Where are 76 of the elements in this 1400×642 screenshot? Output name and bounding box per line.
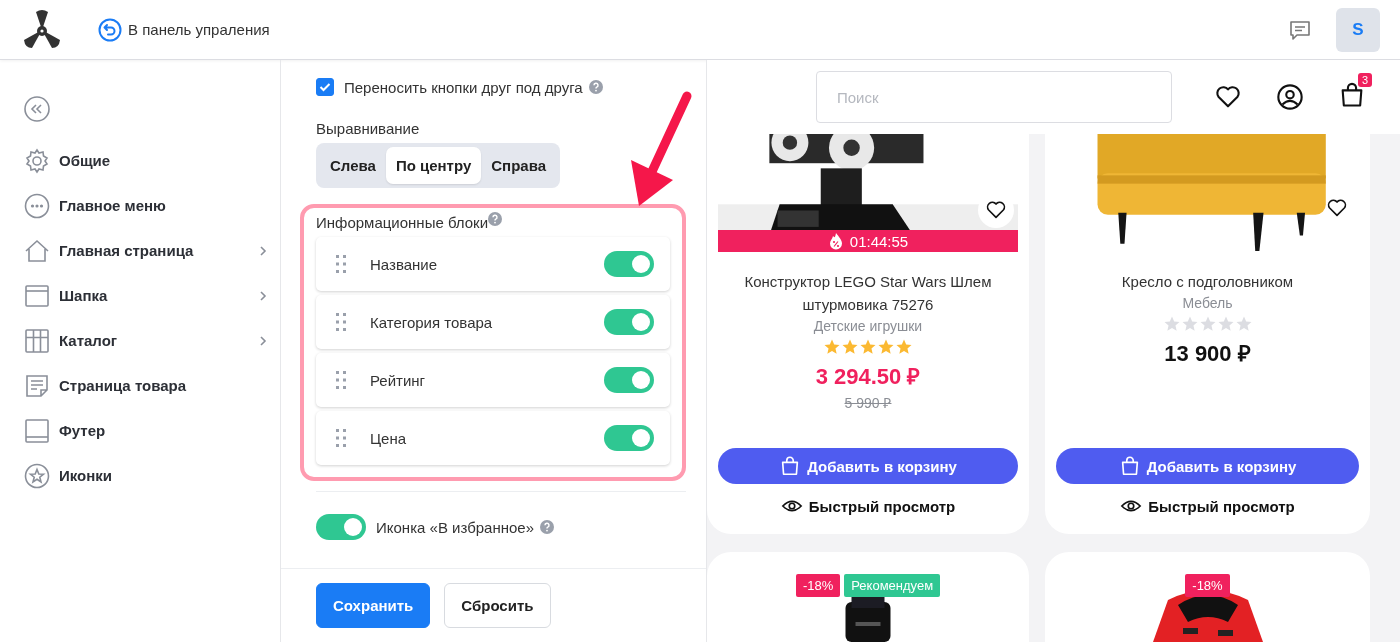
drag-handle-icon[interactable] (336, 429, 346, 447)
product-price: 13 900 ₽ (1164, 340, 1251, 367)
sidebar-item[interactable]: Главная страница (24, 228, 280, 273)
alignment-option[interactable]: Слева (320, 147, 386, 184)
toggle-switch[interactable] (604, 367, 654, 393)
help-icon[interactable] (488, 212, 503, 226)
toggle-label: Иконка «В избранное» (376, 518, 534, 536)
block-label: Рейтинг (370, 371, 427, 389)
quick-view-button[interactable]: Быстрый просмотр (774, 494, 962, 518)
star-circle-icon (24, 462, 50, 489)
checkbox[interactable] (316, 78, 334, 96)
product-name[interactable]: Конструктор LEGO Star Wars Шлем штурмовика 75276 (718, 270, 1018, 316)
back-link-text[interactable]: В панель упраления (128, 21, 270, 38)
sidebar-label[interactable]: Футер (59, 422, 268, 439)
save-button[interactable]: Сохранить (316, 583, 431, 628)
product-badge: Рекомендуем (844, 574, 941, 597)
toggle-switch[interactable] (316, 514, 366, 540)
sidebar-item[interactable]: Каталог (24, 318, 280, 363)
sidebar-label[interactable]: Общие (59, 152, 268, 169)
block-label: Цена (370, 429, 408, 447)
field-label: Выравнивание (316, 120, 421, 137)
add-to-cart-button[interactable]: Добавить в корзину (1056, 448, 1359, 484)
old-price: 5 990 ₽ (844, 394, 892, 412)
drag-handle-icon[interactable] (336, 255, 346, 273)
section-title: Информационные блоки (316, 214, 489, 231)
toggle-switch[interactable] (604, 251, 654, 277)
sidebar-label[interactable]: Главная страница (59, 242, 258, 259)
cart-count-badge: 3 (1357, 73, 1372, 87)
panel-icon (24, 417, 50, 444)
sidebar-label[interactable]: Главное меню (59, 197, 268, 214)
sidebar-label[interactable]: Страница товара (59, 377, 268, 394)
alignment-option[interactable]: Справа (481, 147, 557, 184)
product-price: 3 294.50 ₽ (815, 363, 921, 390)
grid-icon (24, 327, 50, 354)
drag-handle-icon[interactable] (336, 371, 346, 389)
house-icon (24, 237, 50, 264)
product-badge: -18% (1185, 574, 1230, 597)
sidebar-item[interactable]: Главное меню (24, 183, 280, 228)
back-link[interactable]: В панель упраления (98, 17, 270, 42)
help-icon[interactable] (540, 520, 554, 534)
add-to-cart-button[interactable]: Добавить в корзину (718, 448, 1018, 484)
collapse-icon[interactable] (24, 96, 50, 122)
help-icon[interactable] (588, 80, 603, 94)
document-icon (24, 372, 50, 399)
toggle-switch[interactable] (604, 309, 654, 335)
alignment-option[interactable]: По центру (385, 147, 482, 184)
gear-icon (24, 147, 50, 174)
back-icon (98, 17, 122, 42)
sidebar-item[interactable]: Общие (24, 138, 280, 183)
product-name[interactable]: Кресло с подголовником (1115, 270, 1300, 293)
sidebar-label[interactable]: Иконки (59, 467, 268, 484)
search-field[interactable]: Поиск (816, 71, 1172, 123)
check-icon (319, 82, 331, 92)
window-icon (24, 282, 50, 309)
sidebar-label[interactable]: Каталог (59, 332, 258, 349)
product-category: Детские игрушки (813, 318, 923, 334)
block-label: Категория товара (370, 313, 494, 331)
sidebar-label[interactable]: Шапка (59, 287, 258, 304)
heart-icon (1326, 197, 1348, 219)
drag-handle-icon[interactable] (336, 313, 346, 331)
heart-icon (985, 199, 1007, 221)
sidebar-item[interactable]: Шапка (24, 273, 280, 318)
sidebar-item[interactable]: Футер (24, 408, 280, 453)
dots-circle-icon (24, 192, 50, 219)
sidebar-item[interactable]: Иконки (24, 453, 280, 498)
reset-button[interactable]: Сбросить (444, 583, 551, 628)
product-category: Мебель (1182, 295, 1233, 311)
product-badge: -18% (795, 574, 841, 597)
logo-icon[interactable] (22, 9, 62, 50)
toggle-switch[interactable] (604, 425, 654, 451)
checkbox-label: Переносить кнопки друг под друга (344, 78, 583, 96)
user-icon[interactable] (1276, 83, 1304, 111)
sidebar-item[interactable]: Страница товара (24, 363, 280, 408)
quick-view-button[interactable]: Быстрый просмотр (1114, 494, 1301, 518)
countdown-text: 01:44:55 (849, 232, 909, 250)
block-label: Название (370, 255, 439, 273)
